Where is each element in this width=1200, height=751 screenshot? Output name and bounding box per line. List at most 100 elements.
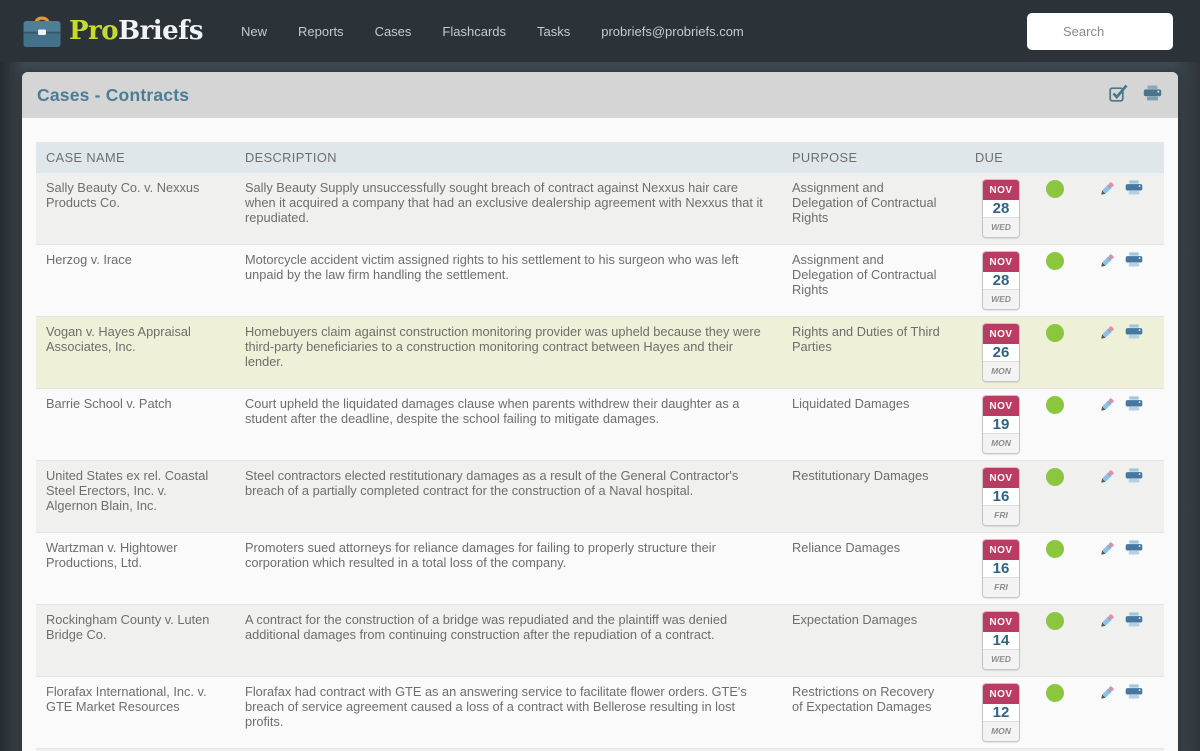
status-green-dot xyxy=(1046,684,1064,702)
due-day: 16 xyxy=(983,559,1019,577)
case-description: Promoters sued attorneys for reliance da… xyxy=(245,540,716,570)
brand-name: ProBriefs xyxy=(69,16,204,46)
print-case-button[interactable] xyxy=(1125,180,1143,244)
checkbox-check-icon xyxy=(1109,84,1128,107)
print-list-button[interactable] xyxy=(1143,85,1162,106)
case-purpose: Assignment and Delegation of Contractual… xyxy=(792,252,937,297)
pencil-icon xyxy=(1098,396,1116,460)
printer-icon xyxy=(1125,468,1143,532)
edit-case-button[interactable] xyxy=(1098,612,1116,676)
status-green-dot xyxy=(1046,180,1064,198)
pencil-icon xyxy=(1098,468,1116,532)
case-description: Court upheld the liquidated damages clau… xyxy=(245,396,740,426)
pencil-icon xyxy=(1098,180,1116,244)
due-day: 14 xyxy=(983,631,1019,649)
column-header-description: DESCRIPTION xyxy=(245,150,337,165)
table-row[interactable]: Florafax International, Inc. v. GTE Mark… xyxy=(36,677,1164,749)
case-purpose: Rights and Duties of Third Parties xyxy=(792,324,940,354)
edit-case-button[interactable] xyxy=(1098,684,1116,748)
due-month: NOV xyxy=(983,180,1019,200)
due-day: 26 xyxy=(983,343,1019,361)
nav-account-email[interactable]: probriefs@probriefs.com xyxy=(601,24,744,39)
case-purpose: Restitutionary Damages xyxy=(792,468,929,483)
due-weekday: MON xyxy=(983,432,1019,453)
column-header-due: DUE xyxy=(975,150,1004,165)
case-purpose: Expectation Damages xyxy=(792,612,918,627)
due-weekday: MON xyxy=(983,720,1019,741)
case-purpose: Restrictions on Recovery of Expectation … xyxy=(792,684,935,714)
due-month: NOV xyxy=(983,612,1019,632)
status-green-dot xyxy=(1046,612,1064,630)
due-month: NOV xyxy=(983,252,1019,272)
case-description: Sally Beauty Supply unsuccessfully sough… xyxy=(245,180,763,225)
nav-reports[interactable]: Reports xyxy=(298,24,344,39)
print-case-button[interactable] xyxy=(1125,684,1143,748)
print-case-button[interactable] xyxy=(1125,540,1143,604)
due-date-badge: NOV 26 MON xyxy=(982,323,1020,382)
case-name: Barrie School v. Patch xyxy=(46,396,172,411)
table-body: Sally Beauty Co. v. Nexxus Products Co. … xyxy=(36,173,1164,751)
select-cases-button[interactable] xyxy=(1109,84,1128,107)
print-case-button[interactable] xyxy=(1125,396,1143,460)
status-green-dot xyxy=(1046,540,1064,558)
table-row[interactable]: Vogan v. Hayes Appraisal Associates, Inc… xyxy=(36,317,1164,389)
edit-case-button[interactable] xyxy=(1098,396,1116,460)
due-weekday: FRI xyxy=(983,576,1019,597)
status-green-dot xyxy=(1046,468,1064,486)
due-day: 16 xyxy=(983,487,1019,505)
edit-case-button[interactable] xyxy=(1098,324,1116,388)
table-row[interactable]: Sally Beauty Co. v. Nexxus Products Co. … xyxy=(36,173,1164,245)
pencil-icon xyxy=(1098,252,1116,316)
case-description: Motorcycle accident victim assigned righ… xyxy=(245,252,739,282)
nav-flashcards[interactable]: Flashcards xyxy=(442,24,506,39)
panel-header: Cases - Contracts xyxy=(22,72,1178,118)
case-description: Homebuyers claim against construction mo… xyxy=(245,324,761,369)
table-row[interactable]: Rockingham County v. Luten Bridge Co. A … xyxy=(36,605,1164,677)
edit-case-button[interactable] xyxy=(1098,540,1116,604)
case-name: Sally Beauty Co. v. Nexxus Products Co. xyxy=(46,180,200,210)
edit-case-button[interactable] xyxy=(1098,468,1116,532)
edit-case-button[interactable] xyxy=(1098,180,1116,244)
due-date-badge: NOV 12 MON xyxy=(982,683,1020,742)
due-date-badge: NOV 14 WED xyxy=(982,611,1020,670)
printer-icon xyxy=(1143,85,1162,106)
due-weekday: MON xyxy=(983,360,1019,381)
due-month: NOV xyxy=(983,396,1019,416)
due-weekday: WED xyxy=(983,216,1019,237)
table-row[interactable]: United States ex rel. Coastal Steel Erec… xyxy=(36,461,1164,533)
page-title: Cases - Contracts xyxy=(37,84,190,105)
due-month: NOV xyxy=(983,324,1019,344)
print-case-button[interactable] xyxy=(1125,252,1143,316)
case-purpose: Liquidated Damages xyxy=(792,396,910,411)
table-header-row: CASE NAME DESCRIPTION PURPOSE DUE xyxy=(36,142,1164,173)
print-case-button[interactable] xyxy=(1125,324,1143,388)
column-header-case-name: CASE NAME xyxy=(46,150,125,165)
case-name: United States ex rel. Coastal Steel Erec… xyxy=(46,468,209,513)
printer-icon xyxy=(1125,396,1143,460)
nav-tasks[interactable]: Tasks xyxy=(537,24,570,39)
printer-icon xyxy=(1125,324,1143,388)
print-case-button[interactable] xyxy=(1125,468,1143,532)
due-day: 19 xyxy=(983,415,1019,433)
table-row[interactable]: Barrie School v. Patch Court upheld the … xyxy=(36,389,1164,461)
nav-new[interactable]: New xyxy=(241,24,267,39)
due-date-badge: NOV 16 FRI xyxy=(982,539,1020,598)
case-description: Steel contractors elected restitutionary… xyxy=(245,468,739,498)
due-month: NOV xyxy=(983,684,1019,704)
due-day: 28 xyxy=(983,199,1019,217)
pencil-icon xyxy=(1098,324,1116,388)
case-name: Wartzman v. Hightower Productions, Ltd. xyxy=(46,540,178,570)
nav-cases[interactable]: Cases xyxy=(375,24,412,39)
due-date-badge: NOV 28 WED xyxy=(982,251,1020,310)
brand-logo[interactable]: ProBriefs xyxy=(22,13,204,49)
case-description: Florafax had contract with GTE as an ans… xyxy=(245,684,747,729)
table-row[interactable]: Herzog v. Irace Motorcycle accident vict… xyxy=(36,245,1164,317)
table-row[interactable]: Wartzman v. Hightower Productions, Ltd. … xyxy=(36,533,1164,605)
search-input[interactable] xyxy=(1027,12,1173,50)
print-case-button[interactable] xyxy=(1125,612,1143,676)
printer-icon xyxy=(1125,684,1143,748)
printer-icon xyxy=(1125,540,1143,604)
edit-case-button[interactable] xyxy=(1098,252,1116,316)
due-day: 28 xyxy=(983,271,1019,289)
status-green-dot xyxy=(1046,396,1064,414)
